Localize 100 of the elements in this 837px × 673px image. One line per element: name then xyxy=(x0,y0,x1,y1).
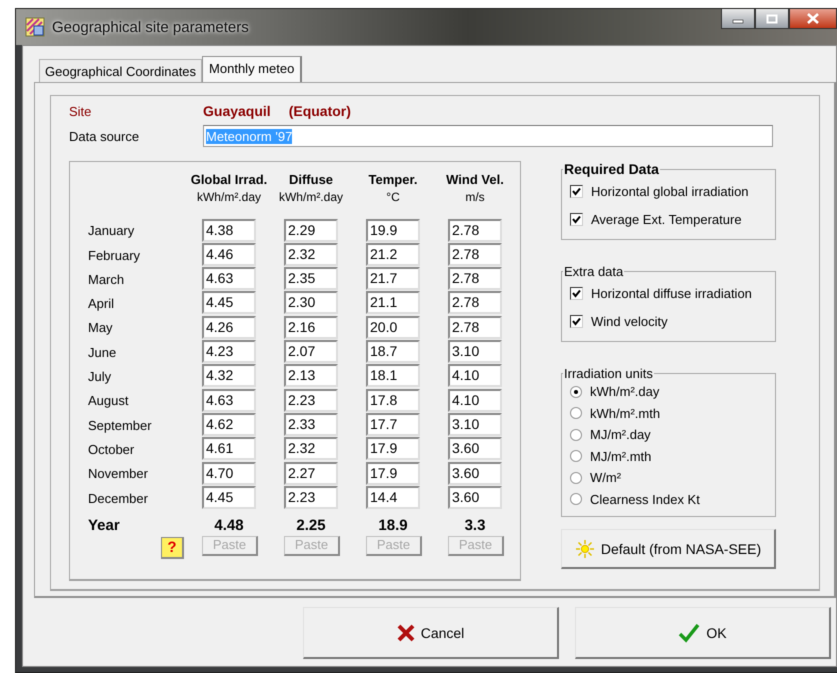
year-value: 2.25 xyxy=(296,517,326,534)
radio-button[interactable] xyxy=(570,386,582,398)
year-value: 3.3 xyxy=(464,517,486,534)
value-field[interactable]: 4.23 xyxy=(202,340,256,364)
value-field[interactable]: 2.23 xyxy=(284,388,338,412)
value-field[interactable]: 3.10 xyxy=(448,412,502,436)
month-label: April xyxy=(88,296,116,312)
month-label: June xyxy=(88,344,118,360)
value-field[interactable]: 4.10 xyxy=(448,388,502,412)
value-field[interactable]: 21.2 xyxy=(366,242,420,266)
close-button[interactable] xyxy=(789,9,837,29)
value-field[interactable]: 2.32 xyxy=(284,437,338,460)
value-field[interactable]: 4.45 xyxy=(202,486,256,509)
value-field[interactable]: 21.1 xyxy=(366,291,420,314)
value-field[interactable]: 14.4 xyxy=(366,486,420,509)
value-field[interactable]: 2.16 xyxy=(284,316,338,339)
value-field[interactable]: 17.8 xyxy=(366,388,420,412)
checkbox[interactable] xyxy=(570,314,583,328)
value-field[interactable]: 4.61 xyxy=(202,437,256,460)
month-label: November xyxy=(88,466,149,482)
column-unit: kWh/m².day xyxy=(196,190,261,204)
default-button[interactable]: Default (from NASA-SEE) xyxy=(561,529,776,569)
radio-button[interactable] xyxy=(570,493,582,506)
help-button[interactable]: ? xyxy=(161,536,184,559)
value-field[interactable]: 4.38 xyxy=(202,218,256,242)
tab[interactable]: Geographical Coordinates xyxy=(39,59,202,82)
radio-button[interactable] xyxy=(570,472,582,484)
radio-button[interactable] xyxy=(570,407,582,420)
month-label: October xyxy=(88,442,136,457)
value-field[interactable]: 3.10 xyxy=(448,340,502,364)
column-header: Diffuse xyxy=(288,172,334,187)
value-field[interactable]: 17.9 xyxy=(366,437,420,460)
value-field[interactable]: 2.07 xyxy=(284,340,338,364)
checkbox-label: Horizontal diffuse irradiation xyxy=(591,286,752,300)
group-title: Extra data xyxy=(563,264,624,279)
column-header: Wind Vel. xyxy=(446,172,504,187)
tab[interactable]: Monthly meteo xyxy=(202,56,302,82)
site-country: (Equator) xyxy=(288,103,351,119)
maximize-icon xyxy=(766,14,778,24)
sun-icon xyxy=(574,538,595,558)
month-label: August xyxy=(88,393,130,408)
value-field[interactable]: 2.27 xyxy=(284,462,338,485)
checkbox-label: Wind velocity xyxy=(591,314,668,328)
year-value: 18.9 xyxy=(378,517,408,534)
site-label: Site xyxy=(69,104,92,118)
checkmark-icon xyxy=(678,622,700,642)
value-field[interactable]: 2.78 xyxy=(448,291,502,314)
value-field[interactable]: 4.26 xyxy=(202,316,256,339)
close-icon xyxy=(807,13,819,24)
value-field[interactable]: 18.1 xyxy=(366,364,420,388)
column-unit: kWh/m².day xyxy=(278,190,343,204)
value-field[interactable]: 4.63 xyxy=(202,388,256,412)
radio-button[interactable] xyxy=(570,428,582,441)
minimize-button[interactable] xyxy=(721,9,755,29)
radio-label: MJ/m².mth xyxy=(590,448,652,464)
value-field[interactable]: 4.46 xyxy=(202,242,256,266)
window-title: Geographical site parameters xyxy=(52,18,249,36)
column-header: Global Irrad. xyxy=(190,172,268,187)
cross-icon xyxy=(396,624,415,642)
value-field[interactable]: 2.33 xyxy=(284,412,338,436)
month-label: March xyxy=(88,272,126,287)
value-field[interactable]: 2.35 xyxy=(284,267,338,290)
value-field[interactable]: 2.23 xyxy=(284,486,338,509)
value-field[interactable]: 4.32 xyxy=(202,364,256,388)
site-name: Guayaquil xyxy=(203,103,271,119)
group-title: Irradiation units xyxy=(563,366,654,381)
month-label: July xyxy=(88,369,112,384)
month-label: January xyxy=(88,223,136,238)
value-field[interactable]: 2.78 xyxy=(448,267,502,290)
radio-button[interactable] xyxy=(570,450,582,462)
value-field[interactable]: 2.13 xyxy=(284,364,338,388)
value-field[interactable]: 17.7 xyxy=(366,412,420,436)
value-field[interactable]: 3.60 xyxy=(448,437,502,460)
value-field[interactable]: 3.60 xyxy=(448,462,502,485)
value-field[interactable]: 2.32 xyxy=(284,242,338,266)
value-field[interactable]: 3.60 xyxy=(448,486,502,509)
ok-button[interactable]: OK xyxy=(575,607,831,659)
value-field[interactable]: 19.9 xyxy=(366,218,420,242)
checkbox[interactable] xyxy=(570,286,583,300)
value-field[interactable]: 18.7 xyxy=(366,340,420,364)
value-field[interactable]: 2.29 xyxy=(284,218,338,242)
value-field[interactable]: 21.7 xyxy=(366,267,420,290)
checkbox[interactable] xyxy=(570,184,583,198)
cancel-button[interactable]: Cancel xyxy=(303,607,559,659)
value-field[interactable]: 2.78 xyxy=(448,218,502,242)
checkbox[interactable] xyxy=(570,212,583,226)
app-icon xyxy=(25,17,45,37)
checkbox-label: Horizontal global irradiation xyxy=(591,184,749,198)
value-field[interactable]: 2.78 xyxy=(448,316,502,339)
maximize-button[interactable] xyxy=(755,9,789,29)
value-field[interactable]: 20.0 xyxy=(366,316,420,339)
value-field[interactable]: 4.62 xyxy=(202,412,256,436)
value-field[interactable]: 17.9 xyxy=(366,462,420,485)
value-field[interactable]: 4.70 xyxy=(202,462,256,485)
month-label: December xyxy=(88,490,149,506)
value-field[interactable]: 2.78 xyxy=(448,242,502,266)
value-field[interactable]: 4.10 xyxy=(448,364,502,388)
value-field[interactable]: 4.45 xyxy=(202,291,256,314)
value-field[interactable]: 2.30 xyxy=(284,291,338,314)
value-field[interactable]: 4.63 xyxy=(202,267,256,290)
